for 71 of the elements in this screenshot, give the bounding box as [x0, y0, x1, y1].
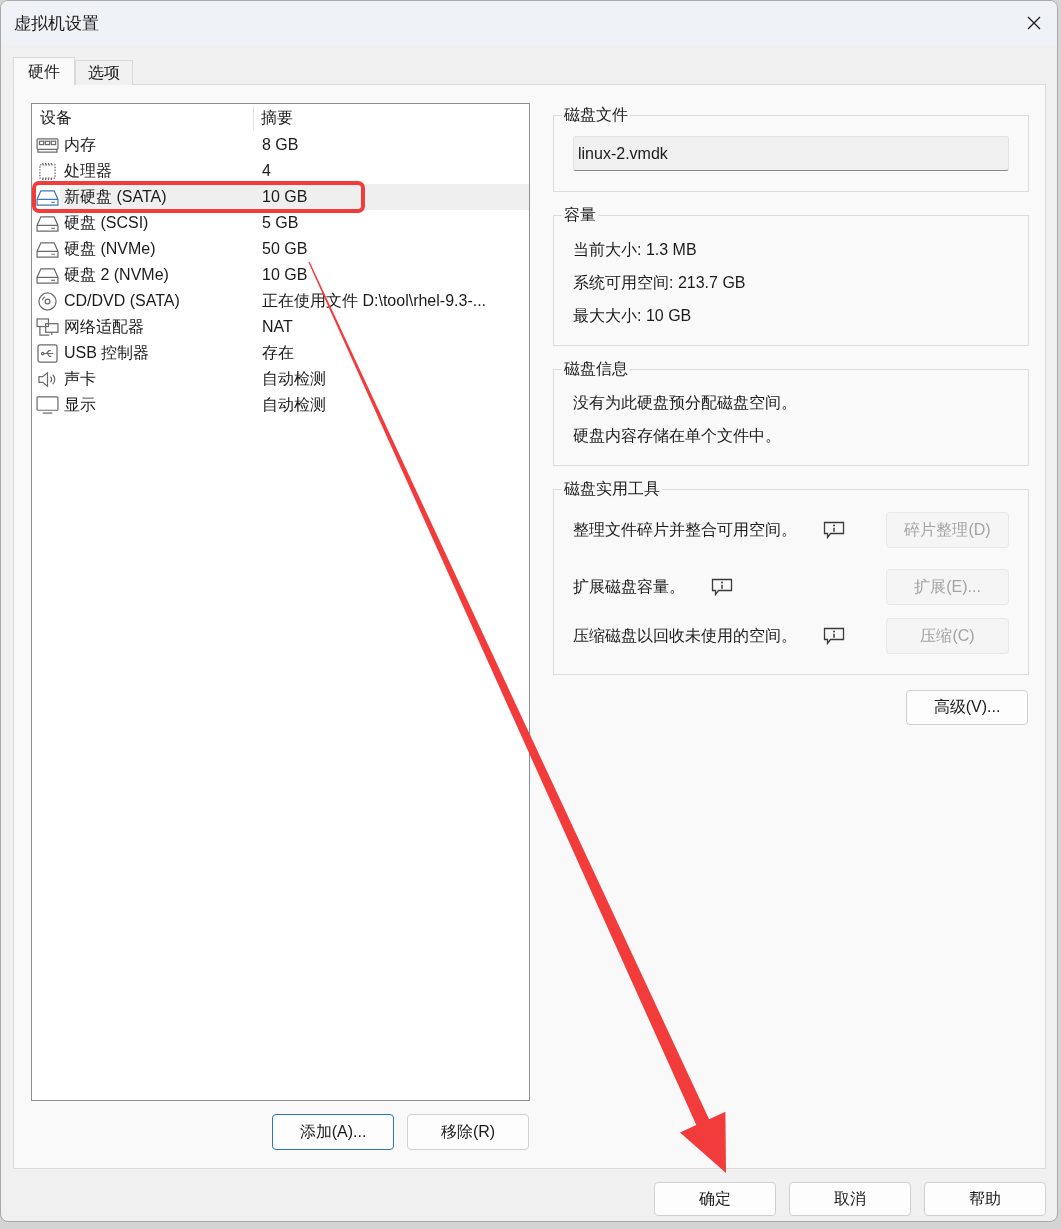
column-header: 设备 [32, 106, 254, 130]
device-name: 硬盘 (SCSI) [63, 212, 150, 233]
device-name: 硬盘 2 (NVMe) [63, 264, 170, 285]
device-row[interactable]: 新硬盘 (SATA) 10 GB [60, 184, 529, 210]
device-summary: 10 GB [261, 188, 308, 206]
device-summary: 50 GB [261, 240, 308, 258]
close-icon [1026, 15, 1042, 31]
usb-icon [36, 343, 59, 363]
utility-description: 扩展磁盘容量。 [573, 576, 685, 597]
remove-button[interactable]: 移除(R) [407, 1114, 529, 1150]
add-button[interactable]: 添加(A)... [272, 1114, 394, 1150]
device-row[interactable]: 内存 8 GB [60, 132, 529, 158]
device-name: 处理器 [63, 160, 113, 181]
info-text: 没有为此硬盘预分配磁盘空间。 [573, 393, 798, 413]
device-summary: 8 GB [261, 136, 299, 154]
device-summary: 正在使用文件 D:\tool\rhel-9.3-... [261, 290, 487, 311]
memory-stick-icon [36, 135, 59, 155]
tab[interactable]: 硬件 [13, 57, 75, 85]
device-row[interactable]: 硬盘 (NVMe) 50 GB [60, 236, 529, 262]
device-name: 显示 [63, 394, 97, 415]
network-icon [36, 317, 59, 337]
capacity-text: 最大大小: 10 GB [573, 306, 693, 326]
group-title: 容量 [563, 205, 597, 225]
utility-description: 整理文件碎片并整合可用空间。 [573, 519, 797, 540]
device-name: CD/DVD (SATA) [63, 292, 181, 310]
window-title: 虚拟机设置 [14, 12, 99, 35]
device-row[interactable]: 声卡 自动检测 [60, 366, 529, 392]
chip-icon [36, 161, 59, 181]
device-name: 声卡 [63, 368, 97, 389]
device-row[interactable]: CD/DVD (SATA) 正在使用文件 D:\tool\rhel-9.3-... [60, 288, 529, 314]
hard-drive-icon [36, 239, 59, 259]
file-name-field[interactable]: linux-2.vmdk [573, 136, 1009, 171]
capacity-text: 当前大小: 1.3 MB [573, 240, 698, 260]
device-summary: 10 GB [261, 266, 308, 284]
info-icon[interactable] [711, 578, 733, 596]
help-button[interactable]: 帮助 [924, 1182, 1046, 1216]
device-row[interactable]: 显示 自动检测 [60, 392, 529, 418]
device-row[interactable]: 硬盘 2 (NVMe) 10 GB [60, 262, 529, 288]
device-name: USB 控制器 [63, 342, 151, 363]
hard-drive-icon [36, 213, 59, 233]
column-header: 摘要 [260, 108, 293, 128]
device-name: 网络适配器 [63, 316, 145, 337]
device-name: 新硬盘 (SATA) [63, 186, 168, 207]
hard-drive-icon [36, 187, 59, 207]
capacity-text: 系统可用空间: 213.7 GB [573, 273, 747, 293]
device-summary: 5 GB [261, 214, 299, 232]
monitor-icon [36, 395, 59, 415]
group-title: 磁盘实用工具 [563, 479, 661, 499]
device-summary: NAT [261, 318, 293, 336]
hard-drive-icon [36, 265, 59, 285]
advanced-button[interactable]: 高级(V)... [906, 690, 1028, 725]
device-row[interactable]: 网络适配器 NAT [60, 314, 529, 340]
info-text: 硬盘内容存储在单个文件中。 [573, 426, 782, 446]
ok-button[interactable]: 确定 [654, 1182, 776, 1216]
group-title: 磁盘信息 [563, 359, 629, 379]
device-summary: 存在 [261, 342, 294, 363]
device-row[interactable]: USB 控制器 存在 [60, 340, 529, 366]
disc-icon [36, 291, 59, 311]
device-summary: 4 [261, 162, 271, 180]
info-icon[interactable] [823, 627, 845, 645]
info-icon[interactable] [823, 521, 845, 539]
tab[interactable]: 选项 [75, 60, 133, 85]
device-row[interactable]: 处理器 4 [60, 158, 529, 184]
device-name: 内存 [63, 134, 97, 155]
group-title: 磁盘文件 [563, 105, 629, 125]
device-summary: 自动检测 [261, 368, 326, 389]
device-name: 硬盘 (NVMe) [63, 238, 157, 259]
device-row[interactable]: 硬盘 (SCSI) 5 GB [60, 210, 529, 236]
utility-description: 压缩磁盘以回收未使用的空间。 [573, 625, 797, 646]
cancel-button[interactable]: 取消 [789, 1182, 911, 1216]
device-summary: 自动检测 [261, 394, 326, 415]
